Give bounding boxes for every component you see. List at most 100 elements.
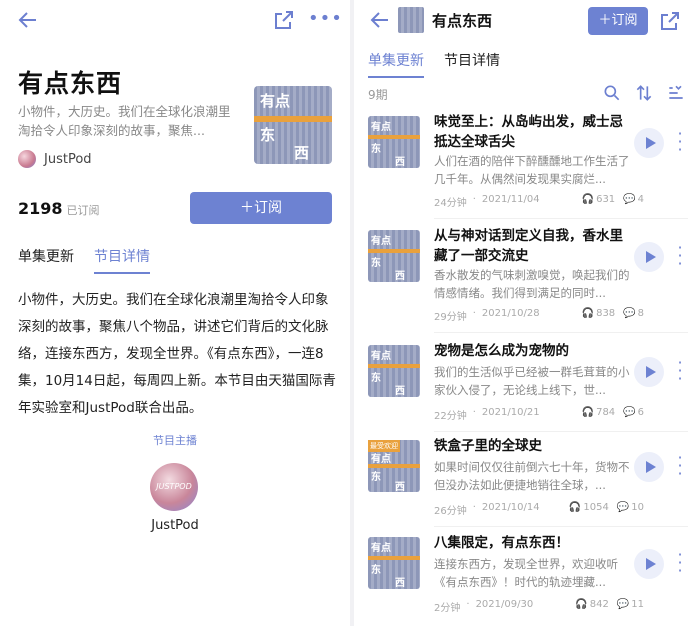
podcast-description: 小物件，大历史。我们在全球化浪潮里淘拾令人印象深刻的故事，聚焦... xyxy=(18,104,231,138)
episode-description: 我们的生活似乎已经被一群毛茸茸的小家伙入侵了，无论线上线下，世... xyxy=(434,365,630,397)
episode-title: 八集限定，有点东西！ xyxy=(434,535,569,551)
play-count: 784 xyxy=(596,407,616,418)
tab-details[interactable]: 节目详情 xyxy=(444,50,500,78)
cover-text: 东 xyxy=(260,126,276,144)
episode-title: 宠物是怎么成为宠物的 xyxy=(434,343,569,359)
play-button[interactable] xyxy=(634,549,664,579)
divider xyxy=(434,218,688,219)
play-button[interactable] xyxy=(634,128,664,158)
episode-more-icon[interactable]: · · · xyxy=(674,450,686,482)
meta-dot: · xyxy=(472,502,476,513)
filter-list-icon[interactable] xyxy=(666,83,686,103)
subscribe-button[interactable]: ＋订阅 xyxy=(190,192,332,224)
cover-band xyxy=(368,249,420,253)
play-count: 838 xyxy=(596,308,616,319)
cover-band xyxy=(368,556,420,560)
episode-row[interactable]: 有点 东 西 从与神对话到定义自我，香水里藏了一部交流史 香水散发的气味刺激嗅觉… xyxy=(368,226,688,336)
episode-duration: 29分钟 xyxy=(434,312,467,323)
tab-episodes[interactable]: 单集更新 xyxy=(368,50,424,78)
episode-more-icon[interactable]: · · · xyxy=(674,355,686,387)
podcast-detail-text: 小物件，大历史。我们在全球化浪潮里淘拾令人印象深刻的故事，聚焦八个物品，讲述它们… xyxy=(18,292,336,416)
divider xyxy=(434,431,688,432)
play-button[interactable] xyxy=(634,242,664,272)
podcast-thumbnail xyxy=(398,7,424,33)
episode-date: 2021/09/30 xyxy=(475,599,534,610)
tab-details[interactable]: 节目详情 xyxy=(94,246,150,274)
meta-dot: · xyxy=(472,407,476,418)
episode-description: 人们在酒的陪伴下醉醺醺地工作生活了几千年。从偶然间发现果实腐烂... xyxy=(434,154,630,186)
host-avatar-large[interactable]: JUSTPOD xyxy=(150,463,198,511)
share-icon[interactable] xyxy=(658,9,682,33)
comment-count: 8 xyxy=(637,308,644,319)
cover-text: 有点 xyxy=(371,543,391,554)
episode-description: 连接东西方，发现全世界，欢迎收听《有点东西》！时代的轨迹埋藏... xyxy=(434,557,618,589)
host-name-large[interactable]: JustPod xyxy=(0,518,350,533)
comment-count: 6 xyxy=(637,407,644,418)
episode-list-panel: 有点东西 ＋订阅 单集更新 节目详情 9期 有点 东 西 味觉至上：从岛屿出发，… xyxy=(354,0,700,626)
play-button[interactable] xyxy=(634,357,664,387)
episode-row[interactable]: 有点 东 西 宠物是怎么成为宠物的 我们的生活似乎已经被一群毛茸茸的小家伙入侵了… xyxy=(368,341,688,451)
episode-cover: 有点 东 西 xyxy=(368,116,420,168)
episode-more-icon[interactable]: · · · xyxy=(674,547,686,579)
host-name: JustPod xyxy=(44,151,92,167)
episode-description: 如果时间仅仅往前倒六七十年，货物不但没办法如此便捷地销往全球，... xyxy=(434,460,630,492)
cover-text: 东 xyxy=(371,373,381,384)
cover-text: 西 xyxy=(395,157,405,168)
sort-icon[interactable] xyxy=(634,83,654,103)
episode-meta: 2分钟 · 2021/09/30 🎧 842 💬 11 xyxy=(434,599,644,614)
play-count: 631 xyxy=(596,194,616,205)
divider xyxy=(434,332,688,333)
play-button[interactable] xyxy=(634,452,664,482)
headphones-icon: 🎧 xyxy=(568,502,582,513)
episode-duration: 24分钟 xyxy=(434,198,467,209)
meta-dot: · xyxy=(466,599,470,610)
tab-episodes[interactable]: 单集更新 xyxy=(18,246,74,274)
back-arrow-icon[interactable] xyxy=(16,8,40,32)
episode-row[interactable]: 有点 东 西 最受欢迎 铁盒子里的全球史 如果时间仅仅往前倒六七十年，货物不但没… xyxy=(368,436,688,546)
episode-date: 2021/10/21 xyxy=(481,407,540,418)
comment-count: 10 xyxy=(631,502,644,513)
headphones-icon: 🎧 xyxy=(581,194,595,205)
episode-row[interactable]: 有点 东 西 八集限定，有点东西！ 连接东西方，发现全世界，欢迎收听《有点东西》… xyxy=(368,533,688,626)
cover-text: 西 xyxy=(395,578,405,589)
host-avatar xyxy=(18,150,36,168)
episode-cover: 有点 东 西 xyxy=(368,230,420,282)
comment-count: 11 xyxy=(631,599,644,610)
episode-row[interactable]: 有点 东 西 味觉至上：从岛屿出发，威士忌抵达全球舌尖 人们在酒的陪伴下醉醺醺地… xyxy=(368,112,688,222)
headphones-icon: 🎧 xyxy=(581,308,595,319)
share-icon[interactable] xyxy=(272,8,296,32)
episode-description: 香水散发的气味刺激嗅觉，唤起我们的情感情绪。我们得到满足的同时... xyxy=(434,268,630,300)
subscribe-button[interactable]: ＋订阅 xyxy=(588,7,648,35)
subscriber-label: 已订阅 xyxy=(66,204,100,217)
host-link[interactable]: JustPod xyxy=(18,150,92,168)
comment-count: 4 xyxy=(637,194,644,205)
comment-icon: 💬 xyxy=(623,407,636,418)
host-section-label: 节目主播 xyxy=(153,434,197,447)
podcast-detail-panel: ••• 有点东西 小物件，大历史。我们在全球化浪潮里淘拾令人印象深刻的故事，聚焦… xyxy=(0,0,350,626)
search-icon[interactable] xyxy=(602,83,622,103)
play-count: 1054 xyxy=(583,502,609,513)
cover-text: 有点 xyxy=(260,92,291,110)
cover-text: 有点 xyxy=(371,454,391,465)
episode-more-icon[interactable]: · · · xyxy=(674,240,686,272)
cover-text: 西 xyxy=(395,482,405,492)
comment-icon: 💬 xyxy=(616,599,630,610)
cover-text: 东 xyxy=(371,144,381,155)
episode-meta: 29分钟 · 2021/10/28 🎧 838 💬 8 xyxy=(434,308,644,323)
tab-bar: 单集更新 节目详情 xyxy=(18,246,170,274)
headphones-icon: 🎧 xyxy=(575,599,588,610)
more-options-icon[interactable]: ••• xyxy=(308,8,342,32)
podcast-title: 有点东西 xyxy=(432,12,493,30)
podcast-cover: 有点 东 西 xyxy=(254,86,332,164)
cover-text: 有点 xyxy=(371,236,391,247)
cover-text: 东 xyxy=(371,258,381,269)
episode-cover: 有点 东 西 xyxy=(368,345,420,397)
comment-icon: 💬 xyxy=(616,502,630,513)
episode-date: 2021/11/04 xyxy=(481,194,540,205)
cover-band xyxy=(254,116,332,122)
cover-text: 东 xyxy=(371,472,381,483)
cover-text: 有点 xyxy=(371,122,391,133)
episode-more-icon[interactable]: · · · xyxy=(674,126,686,158)
back-arrow-icon[interactable] xyxy=(368,8,392,32)
subscriber-number: 2198 xyxy=(18,199,63,218)
